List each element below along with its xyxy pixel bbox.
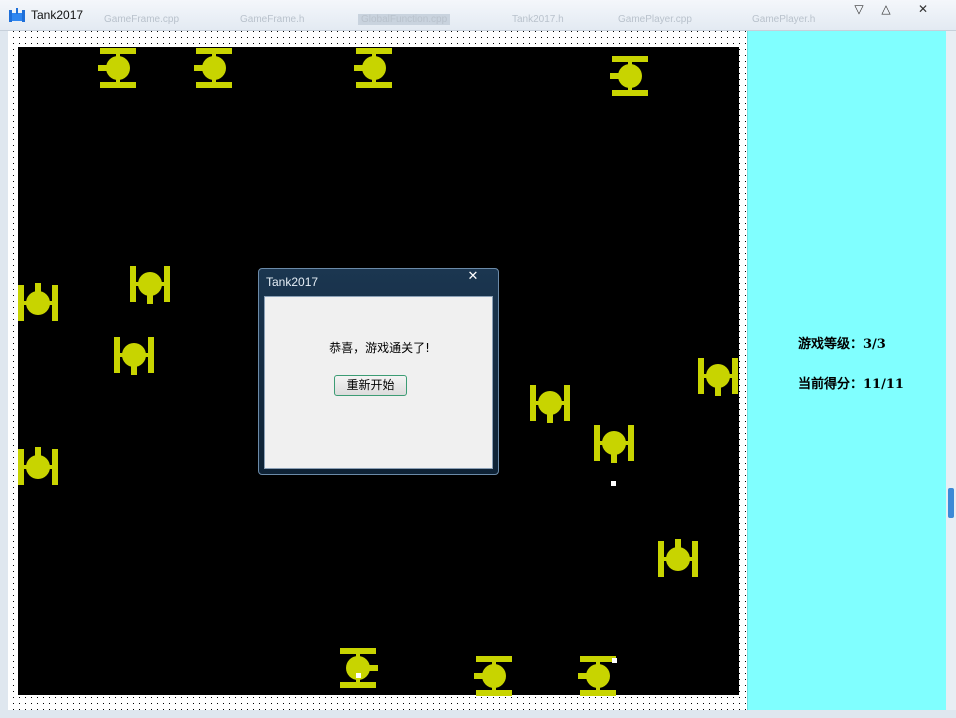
enemy-tank-icon <box>474 656 512 696</box>
maximize-button[interactable]: △ <box>875 2 897 18</box>
ghost-tab: GlobalFunction.cpp <box>358 14 451 25</box>
window-title: Tank2017 <box>31 8 84 22</box>
enemy-tank-icon <box>114 337 154 375</box>
dialog-message: 恭喜，游戏通关了! <box>329 341 430 355</box>
score-label: 当前得分： <box>798 377 864 392</box>
tank-app-icon <box>9 8 25 22</box>
dialog-title: Tank2017 <box>266 275 319 289</box>
ghost-tab: GamePlayer.cpp <box>618 14 692 25</box>
score-row: 当前得分：11/11 <box>798 373 904 392</box>
enemy-tank-icon <box>658 539 698 577</box>
ghost-tab: GameFrame.cpp <box>104 14 180 25</box>
level-row: 游戏等级：3/3 <box>798 333 886 352</box>
bullet <box>612 658 617 663</box>
enemy-tank-icon <box>340 648 378 688</box>
scrollbar-thumb[interactable] <box>948 488 954 518</box>
enemy-tank-icon <box>698 358 738 396</box>
dialog-close-button[interactable]: ✕ <box>463 269 483 287</box>
enemy-tank-icon <box>530 385 570 423</box>
enemy-tank-icon <box>98 48 136 88</box>
enemy-tank-icon <box>194 48 232 88</box>
level-value: 3/3 <box>863 337 886 352</box>
enemy-tank-icon <box>130 266 170 304</box>
score-value: 11/11 <box>863 377 904 392</box>
enemy-tank-icon <box>18 283 58 321</box>
enemy-tank-icon <box>354 48 392 88</box>
status-panel: 游戏等级：3/3 当前得分：11/11 <box>747 31 946 710</box>
level-label: 游戏等级： <box>798 337 864 352</box>
dialog-body: 恭喜，游戏通关了! 重新开始 <box>264 296 493 469</box>
bullet <box>611 481 616 486</box>
enemy-tank-icon <box>18 447 58 485</box>
scrollbar-track[interactable] <box>946 31 956 710</box>
enemy-tank-icon <box>594 425 634 463</box>
close-button[interactable]: ✕ <box>912 2 934 18</box>
ghost-tab: GameFrame.h <box>240 14 305 25</box>
minimize-button[interactable]: ▽ <box>848 2 870 18</box>
enemy-tank-icon <box>610 56 648 96</box>
bullet <box>356 673 361 678</box>
victory-dialog: Tank2017 ✕ 恭喜，游戏通关了! 重新开始 <box>258 268 499 475</box>
restart-button[interactable]: 重新开始 <box>334 375 407 396</box>
ghost-tab: Tank2017.h <box>512 14 564 25</box>
ghost-tab: GamePlayer.h <box>752 14 816 25</box>
title-bar: Tank2017 GameFrame.cpp GameFrame.h Globa… <box>0 0 956 31</box>
